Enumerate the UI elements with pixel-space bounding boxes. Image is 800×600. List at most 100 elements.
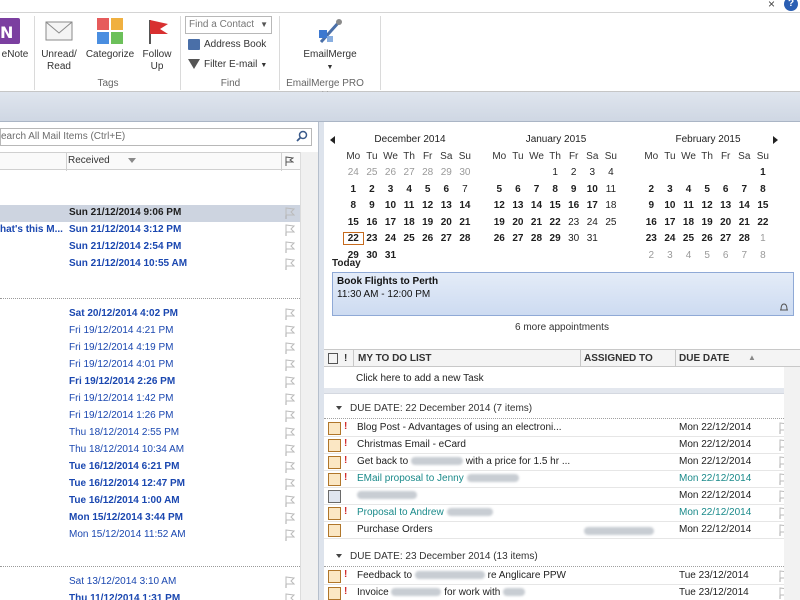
calendar-day[interactable]: 22 [754, 217, 773, 228]
mail-item[interactable]: Tue 16/12/2014 12:47 PM [0, 476, 300, 493]
calendar-day[interactable]: 6 [716, 184, 735, 195]
calendar-day[interactable]: 21 [735, 217, 754, 228]
calendar-day[interactable]: 7 [456, 184, 475, 195]
flag-icon[interactable] [283, 224, 295, 236]
collapse-triangle-icon[interactable] [336, 406, 342, 411]
flag-icon[interactable] [283, 576, 295, 588]
follow-up-button[interactable]: Follow Up [139, 16, 175, 73]
calendar-day[interactable]: 9 [642, 200, 661, 211]
calendar-day[interactable]: 3 [661, 250, 680, 261]
calendar-day[interactable]: 4 [400, 184, 419, 195]
mail-item[interactable]: Fri 19/12/2014 4:01 PM [0, 357, 300, 374]
filter-email-button[interactable]: Filter E-mail ▼ [188, 57, 267, 73]
mail-item[interactable]: Thu 18/12/2014 10:34 AM [0, 442, 300, 459]
calendar-day[interactable]: 2 [642, 250, 661, 261]
calendar-day[interactable]: 16 [564, 200, 583, 211]
collapse-triangle-icon[interactable] [336, 554, 342, 559]
calendar-day[interactable]: 14 [735, 200, 754, 211]
calendar-day[interactable]: 7 [735, 250, 754, 261]
calendar-day[interactable]: 16 [642, 217, 661, 228]
address-book-button[interactable]: Address Book [188, 37, 266, 53]
mail-item[interactable]: Fri 19/12/2014 4:19 PM [0, 340, 300, 357]
mail-item[interactable]: Fri 19/12/2014 4:21 PM [0, 323, 300, 340]
calendar-day[interactable]: 28 [527, 233, 546, 244]
flag-icon[interactable] [283, 444, 295, 456]
appointment-item[interactable]: Book Flights to Perth 11:30 AM - 12:00 P… [332, 272, 794, 316]
calendar-day[interactable]: 20 [716, 217, 735, 228]
calendar-day[interactable]: 24 [381, 233, 400, 244]
flag-icon[interactable] [283, 325, 295, 337]
calendar-day[interactable]: 1 [754, 233, 773, 244]
calendar-day[interactable]: 18 [679, 217, 698, 228]
mail-item[interactable]: Mon 15/12/2014 3:44 PM [0, 510, 300, 527]
task-item[interactable]: ! Invoice for work with Tue 23/12/2014 [324, 585, 800, 600]
calendar-day[interactable]: 17 [661, 217, 680, 228]
calendar-day[interactable]: 23 [642, 233, 661, 244]
calendar-day[interactable]: 11 [400, 200, 419, 211]
flag-icon[interactable] [283, 495, 295, 507]
mail-item[interactable]: hat's this M... Sun 21/12/2014 3:12 PM [0, 222, 300, 239]
calendar-day[interactable]: 28 [735, 233, 754, 244]
calendar-day[interactable]: 10 [381, 200, 400, 211]
calendar-day[interactable]: 2 [642, 184, 661, 195]
assigned-to-column[interactable]: ASSIGNED TO [584, 353, 653, 364]
calendar-day[interactable]: 12 [698, 200, 717, 211]
task-item[interactable]: ! EMail proposal to Jenny Mon 22/12/2014 [324, 471, 800, 488]
task-item[interactable]: ! Blog Post - Advantages of using an elec… [324, 420, 800, 437]
calendar-day[interactable]: 10 [583, 184, 602, 195]
calendar-day[interactable]: 25 [602, 217, 621, 228]
calendar-day[interactable]: 27 [509, 233, 528, 244]
mail-item[interactable]: Sat 20/12/2014 4:02 PM [0, 306, 300, 323]
flag-icon[interactable] [283, 512, 295, 524]
flag-icon[interactable] [283, 461, 295, 473]
calendar-day[interactable]: 25 [363, 167, 382, 178]
calendar-day[interactable]: 5 [698, 184, 717, 195]
calendar-day[interactable]: 1 [344, 184, 363, 195]
received-column-header[interactable]: Received [68, 155, 110, 166]
calendar-day[interactable]: 29 [546, 233, 565, 244]
calendar-day[interactable]: 7 [735, 184, 754, 195]
calendar-day[interactable]: 9 [363, 200, 382, 211]
calendar-day[interactable]: 19 [418, 217, 437, 228]
calendar-day[interactable]: 17 [583, 200, 602, 211]
calendar-day[interactable]: 19 [698, 217, 717, 228]
new-task-input[interactable]: Click here to add a new Task [356, 373, 484, 384]
calendar-day[interactable]: 3 [661, 184, 680, 195]
calendar-day[interactable]: 26 [698, 233, 717, 244]
flag-icon[interactable] [283, 258, 295, 270]
calendar-day[interactable]: 5 [490, 184, 509, 195]
task-item[interactable]: ! Proposal to Andrew Mon 22/12/2014 [324, 505, 800, 522]
close-icon[interactable]: × [768, 0, 775, 11]
importance-column-icon[interactable]: ! [344, 353, 347, 364]
task-item[interactable]: ! Feedback to re Anglicare PPW Tue 23/12/2… [324, 568, 800, 585]
calendar-day[interactable]: 9 [564, 184, 583, 195]
mail-item[interactable]: Sat 13/12/2014 3:10 AM [0, 574, 300, 591]
calendar-day[interactable]: 17 [381, 217, 400, 228]
calendar-day[interactable]: 25 [400, 233, 419, 244]
mail-item[interactable]: Fri 19/12/2014 1:26 PM [0, 408, 300, 425]
calendar-day[interactable]: 19 [490, 217, 509, 228]
calendar-day[interactable]: 8 [344, 200, 363, 211]
mail-item[interactable]: Thu 18/12/2014 2:55 PM [0, 425, 300, 442]
flag-icon[interactable] [283, 376, 295, 388]
calendar-day[interactable]: 30 [363, 250, 382, 261]
my-todo-list-column[interactable]: MY TO DO LIST [358, 353, 432, 364]
calendar-day[interactable]: 10 [661, 200, 680, 211]
calendar-day[interactable]: 3 [381, 184, 400, 195]
flag-icon[interactable] [283, 207, 295, 219]
calendar-day[interactable]: 8 [754, 184, 773, 195]
calendar-day[interactable]: 7 [527, 184, 546, 195]
calendar-day[interactable]: 12 [418, 200, 437, 211]
mail-item[interactable]: Sun 21/12/2014 2:54 PM [0, 239, 300, 256]
calendar-day[interactable]: 5 [418, 184, 437, 195]
flag-icon[interactable] [283, 593, 295, 600]
calendar-day[interactable]: 6 [716, 250, 735, 261]
due-group-header[interactable]: DUE DATE: 22 December 2014 (7 items) [336, 403, 532, 414]
flag-icon[interactable] [283, 529, 295, 541]
calendar-day[interactable]: 4 [679, 184, 698, 195]
due-group-header[interactable]: DUE DATE: 23 December 2014 (13 items) [336, 551, 538, 562]
more-appointments-link[interactable]: 6 more appointments [324, 322, 800, 333]
calendar-day[interactable]: 5 [698, 250, 717, 261]
categorize-button[interactable]: Categorize [83, 16, 137, 61]
calendar-day[interactable]: 30 [564, 233, 583, 244]
